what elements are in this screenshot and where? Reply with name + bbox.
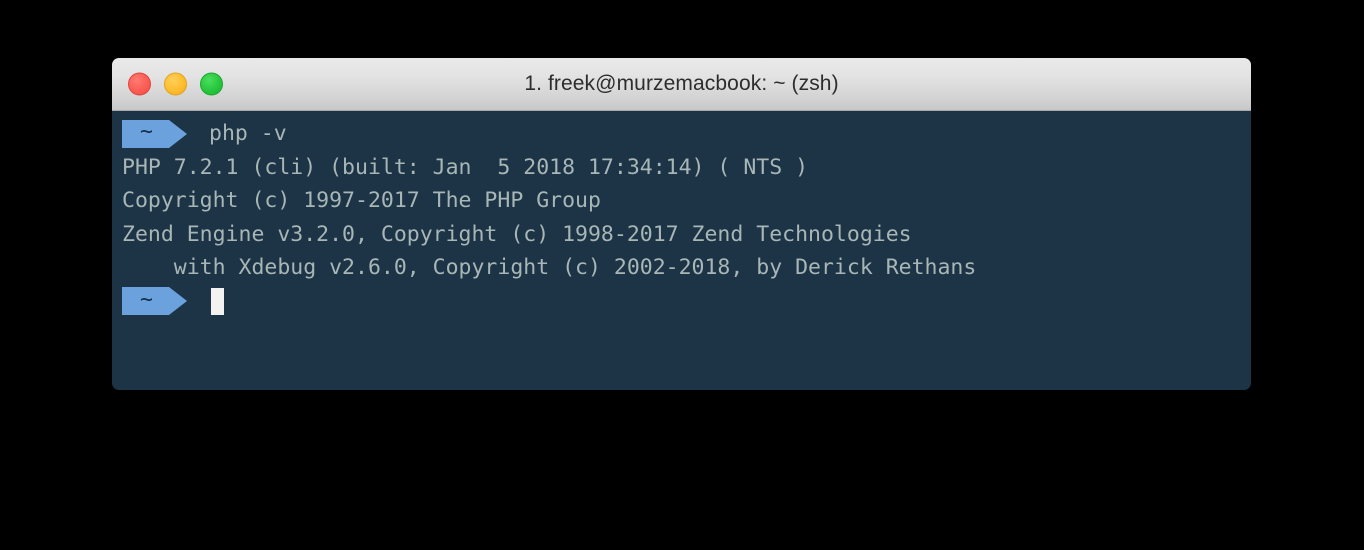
prompt-arrow-icon xyxy=(169,287,187,316)
output-line: Zend Engine v3.2.0, Copyright (c) 1998-2… xyxy=(112,218,1251,252)
window-controls xyxy=(128,72,223,96)
text-cursor xyxy=(211,287,224,315)
window-title: 1. freek@murzemacbook: ~ (zsh) xyxy=(524,72,839,95)
output-line-text: PHP 7.2.1 (cli) (built: Jan 5 2018 17:34… xyxy=(122,154,809,180)
output-line-text: with Xdebug v2.6.0, Copyright (c) 2002-2… xyxy=(122,255,977,280)
close-button[interactable] xyxy=(128,72,151,96)
prompt-arrow-icon xyxy=(169,119,187,148)
prompt-badge-body: ~ xyxy=(122,286,169,316)
minimize-button[interactable] xyxy=(164,72,187,96)
terminal-output-area[interactable]: ~ php -v PHP 7.2.1 (cli) (built: Jan 5 2… xyxy=(112,111,1251,390)
terminal-title-bar[interactable]: 1. freek@murzemacbook: ~ (zsh) xyxy=(112,58,1251,111)
output-line: Copyright (c) 1997-2017 The PHP Group xyxy=(112,184,1251,218)
desktop-background: 1. freek@murzemacbook: ~ (zsh) ~ php -v … xyxy=(0,0,1364,550)
output-line-text: Copyright (c) 1997-2017 The PHP Group xyxy=(122,188,601,213)
output-line: PHP 7.2.1 (cli) (built: Jan 5 2018 17:34… xyxy=(112,151,1251,185)
zoom-button[interactable] xyxy=(200,72,223,96)
command-prompt-line: ~ php -v xyxy=(112,117,1251,151)
home-directory-tilde-icon: ~ xyxy=(140,286,153,312)
active-prompt-line[interactable]: ~ xyxy=(112,285,1251,319)
terminal-window: 1. freek@murzemacbook: ~ (zsh) ~ php -v … xyxy=(112,58,1251,390)
prompt-badge: ~ xyxy=(122,286,187,316)
prompt-badge-body: ~ xyxy=(122,119,169,148)
typed-command: php -v xyxy=(209,121,287,146)
home-directory-tilde-icon: ~ xyxy=(140,119,153,144)
output-line: with Xdebug v2.6.0, Copyright (c) 2002-2… xyxy=(112,251,1251,285)
output-line-text: Zend Engine v3.2.0, Copyright (c) 1998-2… xyxy=(122,221,912,247)
prompt-badge: ~ xyxy=(122,119,187,148)
